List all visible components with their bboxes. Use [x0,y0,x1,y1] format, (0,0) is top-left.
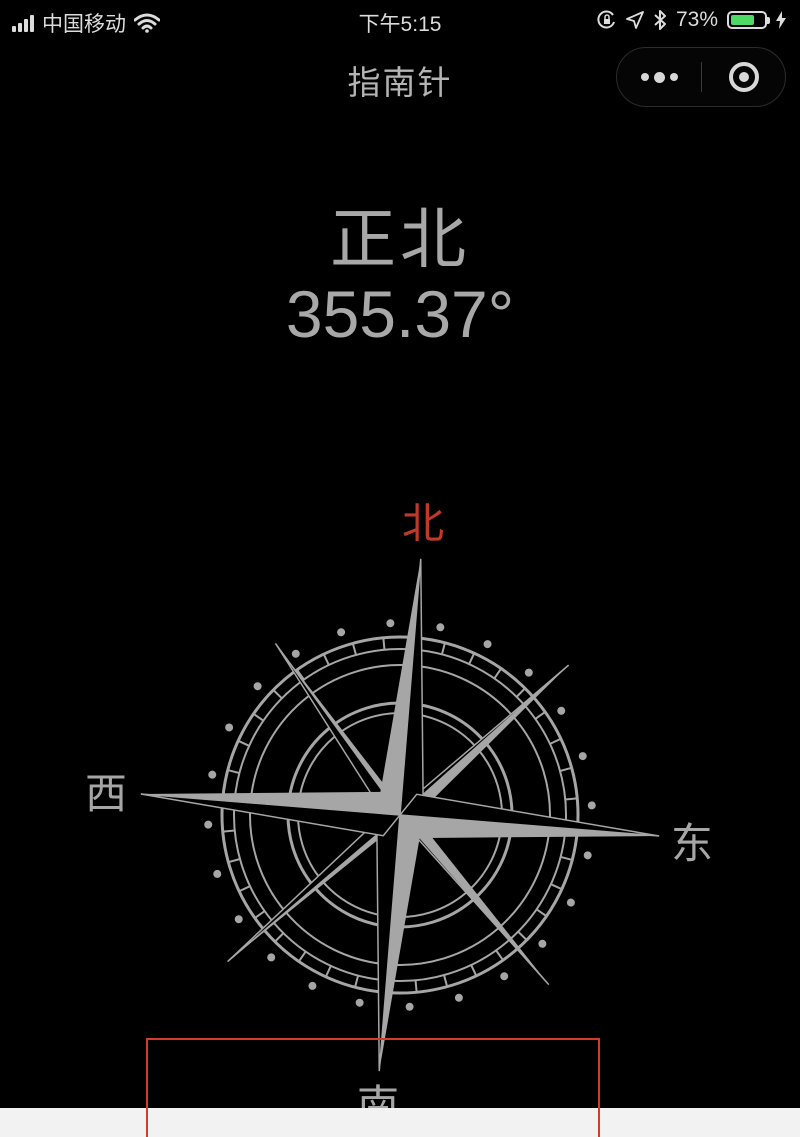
outer-dot [557,706,566,715]
direction-label: 正北 [330,202,470,276]
outer-dot [566,898,575,907]
outer-dot [583,851,592,860]
orientation-lock-icon [597,10,615,29]
outer-dot [213,869,222,878]
compass-west-label: 西 [85,769,127,818]
ring-tick [238,885,251,893]
ring-tick [493,667,502,679]
ring-tick [550,883,563,891]
ring-tick [237,739,250,747]
outer-dot [234,915,243,924]
outer-dot [578,752,587,761]
compass-dial: 北 西 东 南 [0,470,800,1137]
ring-tick [272,689,283,700]
ring-tick [252,713,264,722]
ring-tick [354,975,360,988]
outer-dot [538,939,547,948]
location-icon [626,11,644,29]
outer-dot [355,998,364,1007]
outer-dot [291,649,300,658]
battery-icon [727,11,770,29]
ring-tick [470,964,478,977]
ring-tick [274,932,285,943]
ring-tick [559,766,572,772]
outer-dot [267,953,276,962]
outer-dot [587,801,596,810]
charging-icon [776,11,786,29]
compass-rose-svg: 北 西 东 南 [85,499,713,1130]
ring-tick [515,687,526,698]
outer-dot [225,723,234,732]
outer-dot [500,972,509,981]
outer-dot [308,981,317,990]
outer-dot [208,770,217,779]
battery-fill [731,15,754,25]
highlight-box [146,1038,600,1137]
ring-tick [440,642,446,655]
ring-tick [228,858,241,864]
bluetooth-icon [654,10,666,30]
ring-tick [222,829,235,833]
ring-tick [254,910,266,919]
outer-dot [454,993,463,1002]
compass-north-label: 北 [402,499,444,548]
outer-dot [436,623,445,632]
outer-dot [253,682,262,691]
compass-east-label: 东 [671,819,713,868]
ring-tick [227,769,240,775]
cardinal-points [140,558,660,1072]
ring-tick [351,643,357,656]
ring-tick [298,951,307,963]
status-right: 73% [597,8,786,32]
close-target-icon[interactable] [702,48,786,106]
ring-tick [565,797,578,801]
ring-tick [414,980,418,993]
status-bar: 中国移动 下午5:15 73% [0,0,800,40]
ring-tick [517,930,528,941]
battery-percent: 73% [675,8,718,31]
ring-tick [322,653,330,666]
ring-tick [534,711,546,720]
ring-tick [549,737,562,745]
ring-tick [443,974,449,987]
ring-tick [382,637,386,650]
outer-dot [204,820,213,829]
outer-dot [386,619,395,628]
ring-tick [324,965,332,978]
menu-capsule [616,47,786,107]
ring-tick [468,652,476,665]
outer-dot [337,628,346,637]
more-dots-icon[interactable] [617,48,701,106]
ring-tick [560,855,573,861]
ring-tick [495,949,504,961]
outer-dot [524,668,533,677]
outer-dot [483,640,492,649]
degree-readout: 355.37° [285,277,515,351]
ring-tick [536,908,548,917]
outer-dot [405,1002,414,1011]
